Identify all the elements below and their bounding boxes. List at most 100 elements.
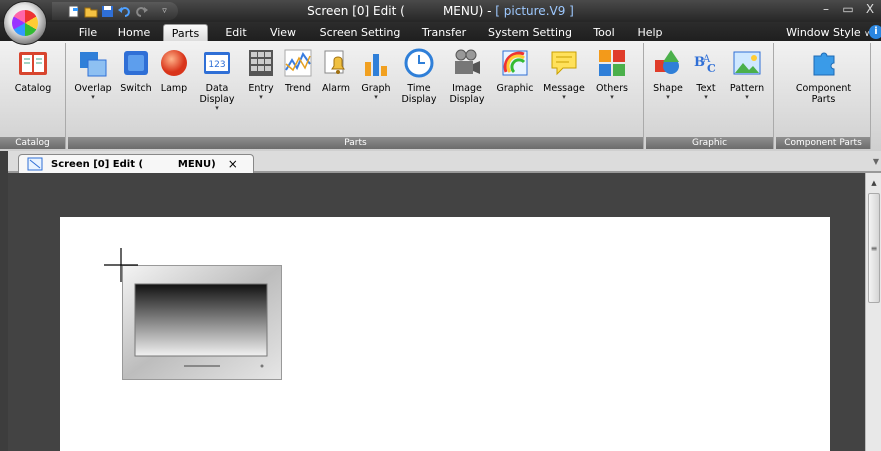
tab-home[interactable]: Home [112, 24, 156, 41]
ribbon: Catalog Catalog Overlap ▾ Switch Lamp 12… [0, 41, 881, 151]
app-menu-button[interactable] [3, 1, 47, 45]
group-catalog: Catalog Catalog [0, 43, 66, 149]
tab-parts[interactable]: Parts [163, 24, 208, 41]
graphic-label: Graphic [496, 83, 534, 94]
crosshair-cursor-icon [104, 248, 138, 282]
screen-edit-icon [25, 157, 45, 171]
time-display-button[interactable]: Time Display [396, 45, 442, 133]
svg-text:C: C [707, 62, 716, 75]
text-abc-icon: BAC [690, 47, 722, 79]
dropdown-arrow-icon: ▾ [666, 93, 670, 101]
app-window: ▿ Screen [0] Edit ( MENU) - [ picture.V9… [0, 0, 881, 451]
overlap-button[interactable]: Overlap ▾ [70, 45, 116, 133]
dropdown-arrow-icon: ▾ [562, 93, 566, 101]
pattern-picture-icon [731, 47, 763, 79]
minimize-button[interactable]: – [815, 2, 837, 16]
others-button[interactable]: Others ▾ [590, 45, 634, 133]
tab-screen-setting[interactable]: Screen Setting [316, 24, 404, 41]
catalog-book-icon [17, 47, 49, 79]
alarm-label: Alarm [322, 83, 350, 94]
window-style-menu[interactable]: Window Style ∨ [778, 24, 870, 41]
restore-button[interactable]: ▭ [837, 2, 859, 16]
close-tab-button[interactable]: × [228, 157, 238, 171]
dropdown-arrow-icon: ▾ [374, 93, 378, 101]
tab-list-dropdown-icon[interactable]: ▼ [873, 157, 879, 166]
dropdown-arrow-icon: ▾ [610, 93, 614, 101]
image-display-label: Image Display [449, 83, 485, 105]
shape-icon [652, 47, 684, 79]
scroll-up-arrow-icon[interactable]: ▲ [866, 179, 881, 187]
overlap-icon [77, 47, 109, 79]
switch-button[interactable]: Switch [116, 45, 156, 133]
dropdown-arrow-icon: ▾ [259, 93, 263, 101]
trend-button[interactable]: Trend [280, 45, 316, 133]
close-button[interactable]: X [859, 2, 881, 16]
component-parts-label: Component Parts [795, 83, 852, 105]
lamp-icon [158, 47, 190, 79]
alarm-bell-icon [320, 47, 352, 79]
message-button[interactable]: Message ▾ [538, 45, 590, 133]
data-display-label: Data Display [199, 83, 235, 105]
tab-system-setting[interactable]: System Setting [484, 24, 576, 41]
component-parts-button[interactable]: Component Parts [776, 45, 871, 133]
lamp-label: Lamp [160, 83, 188, 94]
switch-label: Switch [120, 83, 152, 94]
data-display-button[interactable]: 123 Data Display ▾ [192, 45, 242, 133]
trend-graph-icon [282, 47, 314, 79]
svg-text:123: 123 [208, 60, 225, 70]
bar-graph-icon [360, 47, 392, 79]
entry-button[interactable]: Entry ▾ [242, 45, 280, 133]
vertical-scrollbar[interactable]: ▲ ≡ [865, 173, 881, 451]
scrollbar-thumb[interactable]: ≡ [868, 193, 880, 303]
switch-icon [120, 47, 152, 79]
dropdown-arrow-icon: ▾ [215, 104, 219, 112]
window-controls: – ▭ X [815, 2, 881, 16]
group-label-catalog: Catalog [0, 137, 65, 149]
title-bar: ▿ Screen [0] Edit ( MENU) - [ picture.V9… [0, 0, 881, 45]
time-display-label: Time Display [401, 83, 437, 105]
pattern-button[interactable]: Pattern ▾ [724, 45, 770, 133]
shape-button[interactable]: Shape ▾ [648, 45, 688, 133]
ribbon-tabs: File Home Parts Edit View Screen Setting… [0, 22, 881, 41]
image-display-button[interactable]: Image Display [442, 45, 492, 133]
others-blocks-icon [596, 47, 628, 79]
entry-keypad-icon [245, 47, 277, 79]
help-info-icon[interactable]: i [869, 25, 881, 39]
puzzle-piece-icon [808, 47, 840, 79]
lamp-button[interactable]: Lamp [156, 45, 192, 133]
catalog-button[interactable]: Catalog [0, 45, 66, 133]
group-graphic: Shape ▾ BAC Text ▾ Pattern ▾ Graphic [646, 43, 774, 149]
catalog-label: Catalog [14, 83, 52, 94]
group-parts: Overlap ▾ Switch Lamp 123 Data Display ▾… [68, 43, 644, 149]
graphic-button[interactable]: Graphic [492, 45, 538, 133]
dropdown-arrow-icon: ▾ [745, 93, 749, 101]
clock-icon [403, 47, 435, 79]
tab-help[interactable]: Help [632, 24, 668, 41]
document-tab-title: Screen [0] Edit ( MENU) [51, 158, 216, 170]
document-tab-bar: Screen [0] Edit ( MENU) × ▼ [8, 151, 881, 173]
tab-view[interactable]: View [264, 24, 302, 41]
video-camera-icon [451, 47, 483, 79]
app-logo-icon [12, 10, 38, 36]
tab-file[interactable]: File [70, 24, 106, 41]
tab-tool[interactable]: Tool [586, 24, 622, 41]
alarm-button[interactable]: Alarm [316, 45, 356, 133]
window-title: Screen [0] Edit ( MENU) - [ picture.V9 ] [307, 4, 574, 18]
group-label-parts: Parts [68, 137, 643, 149]
tab-transfer[interactable]: Transfer [416, 24, 472, 41]
group-component-parts: Component Parts Component Parts [776, 43, 871, 149]
graph-button[interactable]: Graph ▾ [356, 45, 396, 133]
monitor-image[interactable] [122, 265, 282, 380]
text-button[interactable]: BAC Text ▾ [688, 45, 724, 133]
trend-label: Trend [285, 83, 311, 94]
dropdown-arrow-icon: ▾ [91, 93, 95, 101]
dropdown-arrow-icon: ▾ [704, 93, 708, 101]
graphic-rainbow-icon [499, 47, 531, 79]
window-style-label: Window Style [786, 26, 861, 39]
data-display-icon: 123 [201, 47, 233, 79]
group-label-component-parts: Component Parts [776, 137, 870, 149]
document-tab-screen-0[interactable]: Screen [0] Edit ( MENU) × [18, 154, 254, 173]
tab-edit[interactable]: Edit [218, 24, 254, 41]
left-frame [0, 151, 8, 451]
group-label-graphic: Graphic [646, 137, 773, 149]
